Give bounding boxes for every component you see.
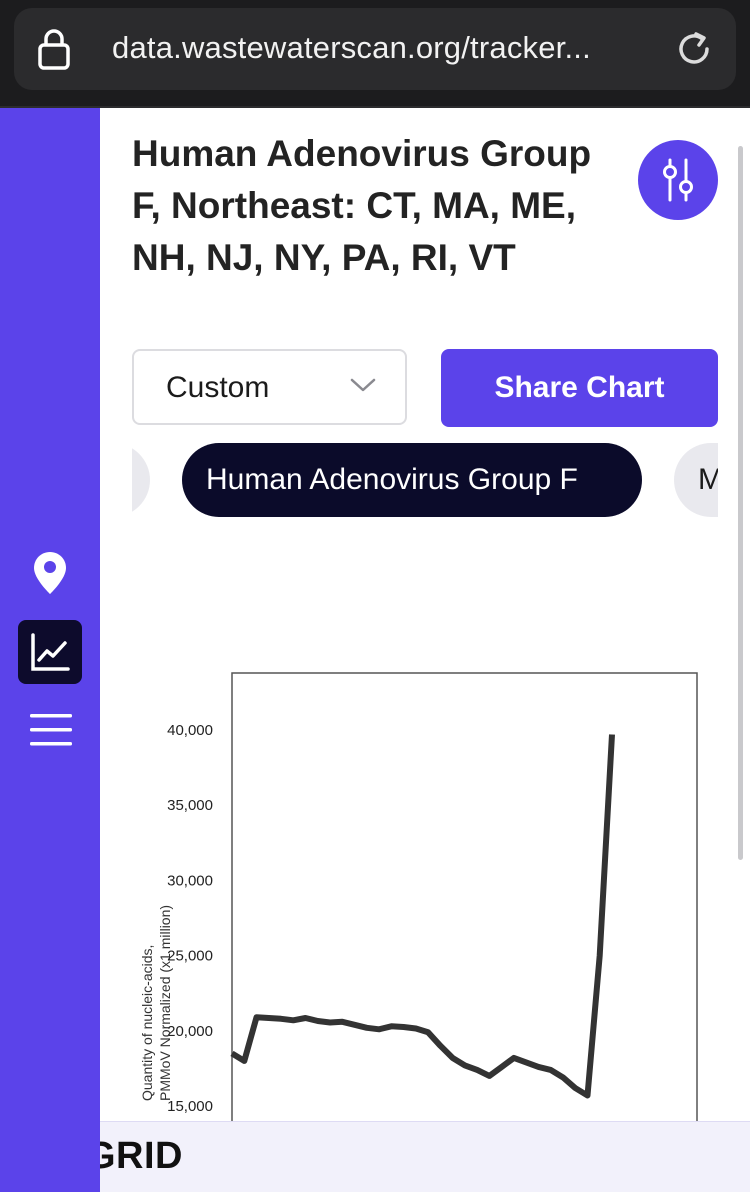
map-pin-icon[interactable]	[32, 550, 68, 596]
y-tick-label: 25,000	[167, 948, 213, 965]
address-bar[interactable]: data.wastewaterscan.org/tracker...	[14, 8, 736, 90]
main-content: Human Adenovirus Group F, Northeast: CT,…	[100, 108, 750, 1121]
y-axis-label-line1: Quantity of nucleic-acids,	[139, 945, 155, 1101]
line-chart-icon	[31, 633, 70, 671]
line-chart: 40,000 35,000 30,000 25,000 20,000 15,000 Qua…	[139, 672, 698, 1121]
footer: GRID	[100, 1121, 750, 1192]
y-tick-label: 40,000	[167, 722, 213, 739]
y-tick-label: 15,000	[167, 1098, 213, 1115]
series-line[interactable]	[230, 734, 615, 1099]
sidebar-item-chart[interactable]	[18, 620, 82, 684]
lock-icon	[38, 29, 70, 70]
y-tick-label: 20,000	[167, 1023, 213, 1040]
url-text[interactable]: data.wastewaterscan.org/tracker...	[112, 30, 591, 66]
browser-toolbar: data.wastewaterscan.org/tracker...	[0, 0, 750, 108]
y-tick-label: 35,000	[167, 797, 213, 814]
footer-brand: GRID	[100, 1135, 183, 1177]
y-axis-label-line2: PMMoV Normalized (x1 million)	[157, 905, 173, 1101]
reload-icon[interactable]	[674, 29, 714, 69]
chart-plot-frame	[231, 672, 698, 1121]
hamburger-menu-icon[interactable]	[30, 712, 72, 748]
sidebar	[0, 108, 100, 1192]
y-tick-label: 30,000	[167, 872, 213, 889]
